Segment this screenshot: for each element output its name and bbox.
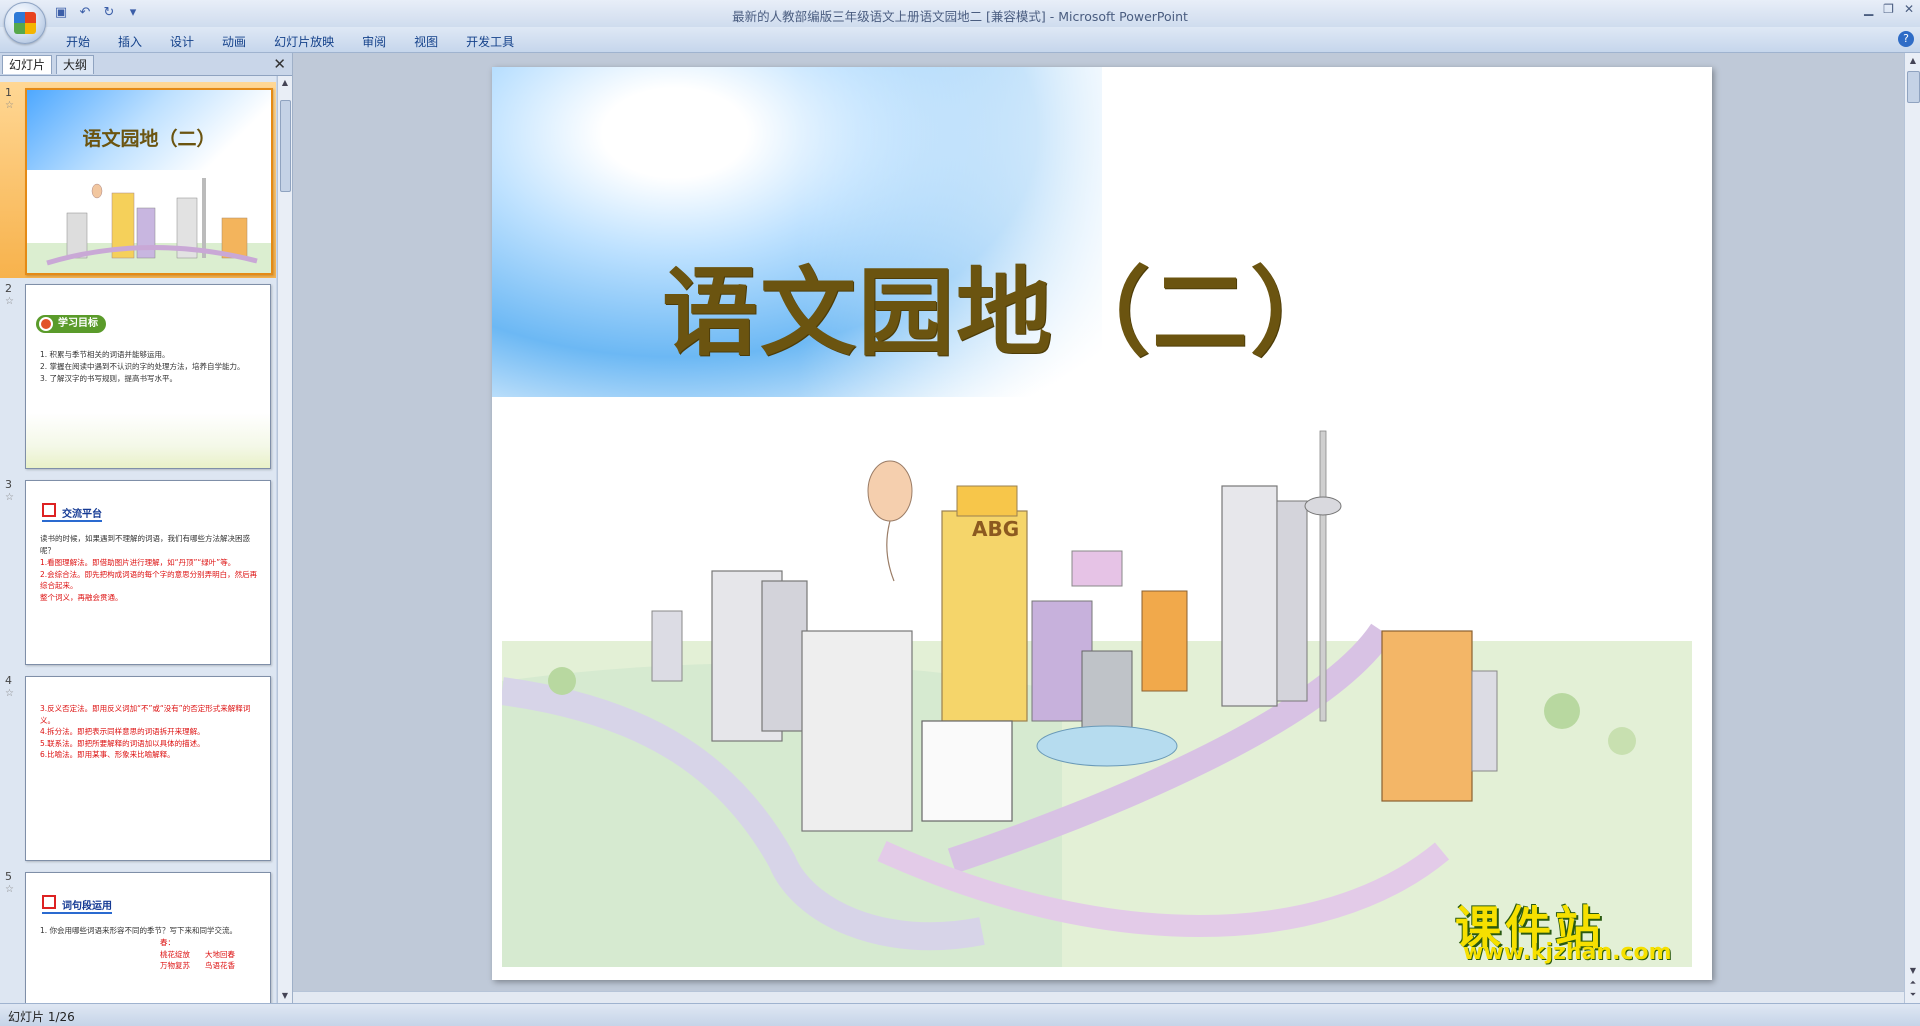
slide-number: 1 (5, 86, 12, 99)
tab-slides[interactable]: 幻灯片 (2, 55, 53, 74)
current-slide[interactable]: 语文园地（二） ABG 课件站 www.kjzhan.com (492, 67, 1712, 980)
thumb-line: 1. 你会用哪些词语来形容不同的季节？写下来和同学交流。 (40, 926, 238, 935)
slide-number: 2 (5, 282, 12, 295)
slide-thumbnail-4[interactable]: 4 ☆ 3.反义否定法。即用反义词加“不”或“没有”的否定形式来解释词义。 4.… (0, 670, 276, 866)
thumb-line: 5.联系法。即把所要解释的词语加以具体的描述。 (40, 738, 205, 748)
thumb-frame: 3.反义否定法。即用反义词加“不”或“没有”的否定形式来解释词义。 4.拆分法。… (25, 676, 271, 861)
slides-pane: 幻灯片 大纲 ✕ 1 ☆ 语文园地（二） 2 ☆ 学习目标 1. 积累与季节相关… (0, 53, 293, 1003)
thumb-title: 语文园地（二） (82, 128, 216, 150)
learning-goal-badge: 学习目标 (36, 315, 106, 333)
transition-star-icon: ☆ (5, 884, 14, 895)
section-heading: 交流平台 (42, 503, 102, 522)
tab-view[interactable]: 视图 (400, 30, 452, 53)
transition-star-icon: ☆ (5, 296, 14, 307)
status-bar: 幻灯片 1/26 (0, 1003, 1920, 1026)
office-button[interactable] (4, 2, 46, 44)
slide-thumbnail-list: 1 ☆ 语文园地（二） 2 ☆ 学习目标 1. 积累与季节相关的词语并能够运用。… (0, 76, 276, 1003)
slide-thumbnail-2[interactable]: 2 ☆ 学习目标 1. 积累与季节相关的词语并能够运用。 2. 掌握在阅读中遇到… (0, 278, 276, 474)
tab-design[interactable]: 设计 (156, 30, 208, 53)
next-slide-icon[interactable]: ⏷ (1906, 989, 1920, 1001)
scroll-down-icon[interactable]: ▼ (1906, 965, 1920, 977)
thumb-frame: 交流平台 读书的时候，如果遇到不理解的词语，我们有哪些方法解决困惑呢？ 1.看图… (25, 480, 271, 665)
thumb-line: 万物复苏 鸟语花香 (160, 961, 235, 970)
slide-title[interactable]: 语文园地（二） (492, 235, 1712, 374)
transition-star-icon: ☆ (5, 100, 14, 111)
pane-tab-bar: 幻灯片 大纲 ✕ (0, 53, 292, 76)
thumb-line: 2. 掌握在阅读中遇到不认识的字的处理方法，培养自学能力。 (40, 362, 245, 371)
transition-star-icon: ☆ (5, 492, 14, 503)
thumb-line: 1. 积累与季节相关的词语并能够运用。 (40, 350, 170, 359)
office-logo-icon (14, 12, 36, 34)
thumb-line: 3.反义否定法。即用反义词加“不”或“没有”的否定形式来解释词义。 (40, 704, 251, 725)
scroll-thumb[interactable] (1907, 71, 1920, 103)
scroll-down-icon[interactable]: ▼ (278, 989, 292, 1003)
previous-slide-icon[interactable]: ⏶ (1906, 977, 1920, 989)
close-pane-icon[interactable]: ✕ (273, 55, 286, 73)
sentence-icon (42, 895, 56, 909)
tab-insert[interactable]: 插入 (104, 30, 156, 53)
slide-thumbnail-3[interactable]: 3 ☆ 交流平台 读书的时候，如果遇到不理解的词语，我们有哪些方法解决困惑呢？ … (0, 474, 276, 670)
window-title: 最新的人教部编版三年级语文上册语文园地二 [兼容模式] - Microsoft … (732, 9, 1188, 24)
chat-icon (42, 503, 56, 517)
section-heading: 词句段运用 (42, 895, 112, 914)
flower-decoration (26, 413, 270, 468)
title-bar: ▣ ↶ ↻ ▾ 最新的人教部编版三年级语文上册语文园地二 [兼容模式] - Mi… (0, 0, 1920, 44)
slide-number: 4 (5, 674, 12, 687)
slide-thumbnail-5[interactable]: 5 ☆ 词句段运用 1. 你会用哪些词语来形容不同的季节？写下来和同学交流。 春… (0, 866, 276, 1003)
tab-outline[interactable]: 大纲 (56, 55, 95, 74)
tab-developer[interactable]: 开发工具 (452, 30, 528, 53)
minimize-icon[interactable]: ▁ (1864, 2, 1873, 16)
slide-counter: 幻灯片 1/26 (8, 1010, 75, 1024)
tab-review[interactable]: 审阅 (348, 30, 400, 53)
slide-thumbnail-1[interactable]: 1 ☆ 语文园地（二） (0, 82, 276, 278)
city-illustration: ABG (502, 430, 1692, 967)
scroll-up-icon[interactable]: ▲ (1906, 55, 1920, 67)
thumb-frame: 语文园地（二） (25, 88, 273, 275)
transition-star-icon: ☆ (5, 688, 14, 699)
thumb-line: 读书的时候，如果遇到不理解的词语，我们有哪些方法解决困惑呢？ (40, 534, 250, 555)
watermark: 课件站 www.kjzhan.com (1455, 892, 1690, 965)
help-icon[interactable]: ? (1898, 31, 1914, 47)
watermark-url: www.kjzhan.com (1463, 940, 1672, 965)
thumb-line: 1.看图理解法。即借助图片进行理解，如“丹顶”“绿叶”等。 (40, 558, 236, 567)
thumb-city-illustration (27, 178, 271, 273)
close-icon[interactable]: ✕ (1904, 2, 1914, 16)
slides-pane-scrollbar[interactable]: ▲ ▼ (277, 76, 292, 1003)
thumb-line: 春： (160, 938, 175, 947)
thumb-line: 2.会综合法。即先把构成词语的每个字的意思分别弄明白，然后再综合起来。 (40, 569, 258, 591)
thumb-line: 6.比喻法。即用某事、形象来比喻解释。 (40, 750, 175, 759)
tab-slideshow[interactable]: 幻灯片放映 (260, 30, 348, 53)
editor-vertical-scrollbar[interactable]: ▲ ▼ ⏶ ⏷ (1904, 53, 1920, 1003)
window-controls: ▁ ❐ ✕ (1864, 2, 1914, 16)
thumb-line: 整个词义，再融会贯通。 (40, 592, 123, 602)
thumb-line: 4.拆分法。即把表示同样意思的词语拆开来理解。 (40, 727, 205, 736)
restore-icon[interactable]: ❐ (1883, 2, 1894, 16)
thumb-line: 桃花绽放 大地回春 (160, 949, 235, 959)
svg-text:ABG: ABG (972, 517, 1019, 541)
thumb-line: 3. 了解汉字的书写规则，提高书写水平。 (40, 374, 178, 383)
thumb-frame: 学习目标 1. 积累与季节相关的词语并能够运用。 2. 掌握在阅读中遇到不认识的… (25, 284, 271, 469)
scroll-up-icon[interactable]: ▲ (278, 76, 292, 90)
slide-number: 3 (5, 478, 12, 491)
thumb-frame: 词句段运用 1. 你会用哪些词语来形容不同的季节？写下来和同学交流。 春： 桃花… (25, 872, 271, 1003)
slide-number: 5 (5, 870, 12, 883)
tab-home[interactable]: 开始 (52, 30, 104, 53)
ribbon-tab-bar: 开始 插入 设计 动画 幻灯片放映 审阅 视图 开发工具 ? (0, 27, 1920, 53)
tab-animations[interactable]: 动画 (208, 30, 260, 53)
scroll-thumb[interactable] (280, 100, 291, 192)
